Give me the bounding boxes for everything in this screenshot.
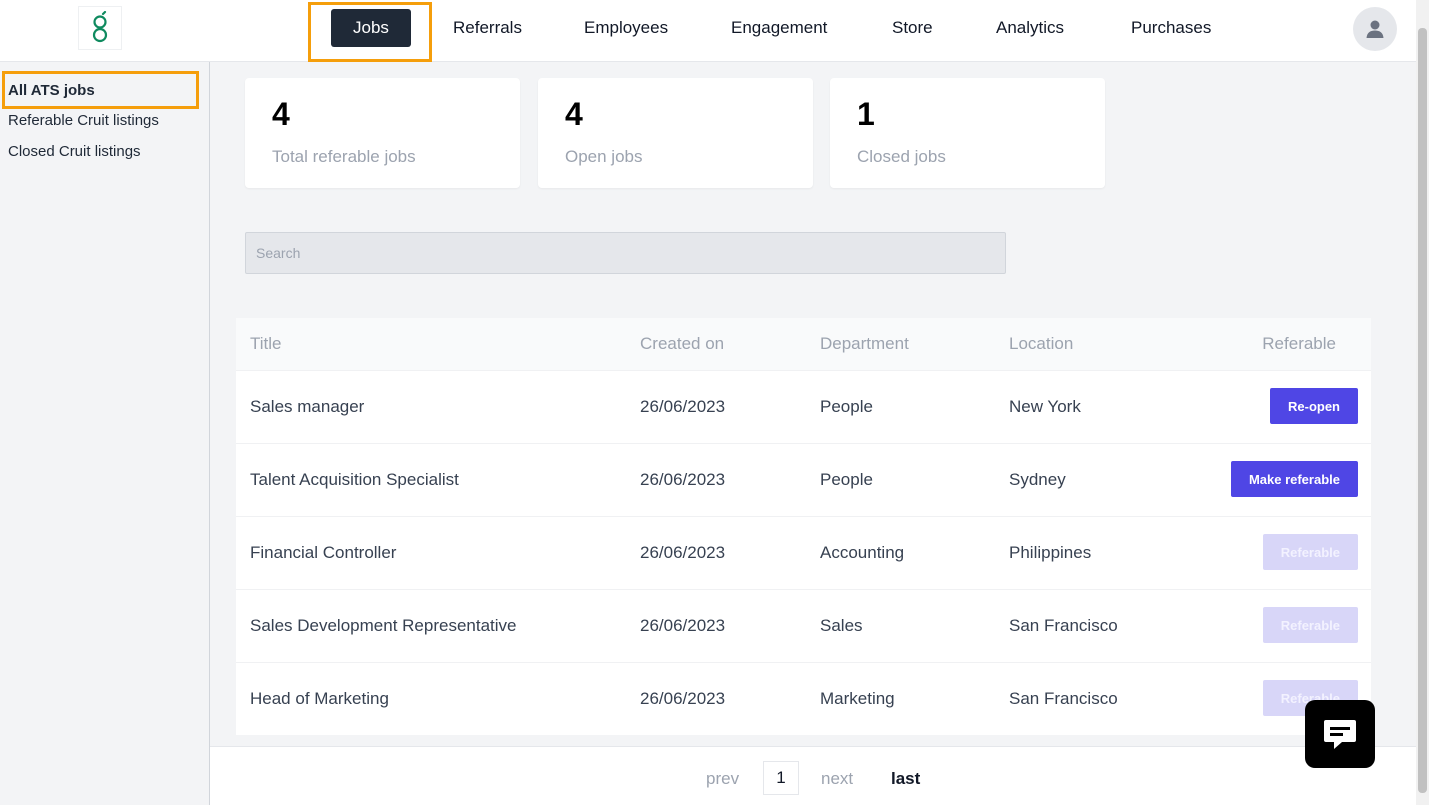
pagination: prev 1 next last — [210, 746, 1416, 805]
stat-label: Open jobs — [565, 147, 643, 166]
created-date: 26/06/2023 — [640, 470, 726, 489]
user-icon — [1366, 20, 1384, 38]
nav-jobs[interactable]: Jobs — [331, 9, 411, 47]
table-header: Title Created on Department Location Ref… — [236, 318, 1371, 370]
nav-engagement[interactable]: Engagement — [721, 9, 837, 47]
created-date: 26/06/2023 — [640, 616, 726, 635]
nav-employees[interactable]: Employees — [574, 9, 678, 47]
chat-widget-button[interactable] — [1305, 700, 1375, 768]
jobs-table: Title Created on Department Location Ref… — [236, 318, 1371, 735]
department: Marketing — [820, 689, 895, 708]
referable-button[interactable]: Referable — [1262, 534, 1358, 570]
location: San Francisco — [1009, 616, 1118, 635]
column-header-department[interactable]: Department — [820, 334, 909, 354]
location: San Francisco — [1009, 689, 1118, 708]
sidebar: All ATS jobs Referable Cruit listings Cl… — [0, 62, 210, 805]
stat-value: 4 — [272, 96, 290, 132]
greenhouse-logo-icon — [92, 11, 108, 43]
last-page-link[interactable]: last — [891, 769, 920, 789]
nav-purchases[interactable]: Purchases — [1121, 9, 1221, 47]
stat-card-open: 4 Open jobs — [538, 78, 813, 188]
avatar[interactable] — [1353, 7, 1397, 51]
prev-page-link[interactable]: prev — [706, 769, 739, 789]
column-header-title[interactable]: Title — [250, 334, 282, 354]
stat-value: 1 — [857, 96, 875, 132]
job-title[interactable]: Financial Controller — [250, 543, 396, 563]
column-header-location[interactable]: Location — [1009, 334, 1073, 354]
department: People — [820, 397, 873, 416]
next-page-link[interactable]: next — [821, 769, 853, 789]
created-date: 26/06/2023 — [640, 543, 726, 562]
re-open-button[interactable]: Re-open — [1270, 388, 1358, 424]
stat-label: Total referable jobs — [272, 147, 416, 166]
search-input[interactable] — [245, 232, 1006, 274]
job-title[interactable]: Talent Acquisition Specialist — [250, 470, 459, 490]
column-header-referable[interactable]: Referable — [1262, 334, 1336, 354]
job-title[interactable]: Sales manager — [250, 397, 364, 417]
table-row: Financial Controller 26/06/2023 Accounti… — [236, 516, 1371, 589]
table-row: Sales Development Representative 26/06/2… — [236, 589, 1371, 662]
department: Sales — [820, 616, 863, 635]
make-referable-button[interactable]: Make referable — [1230, 461, 1358, 497]
department: Accounting — [820, 543, 905, 562]
created-date: 26/06/2023 — [640, 397, 726, 416]
top-navigation: Jobs Referrals Employees Engagement Stor… — [0, 0, 1416, 62]
created-date: 26/06/2023 — [640, 689, 726, 708]
sidebar-item-closed-cruit-listings[interactable]: Closed Cruit listings — [8, 143, 141, 160]
nav-store[interactable]: Store — [882, 9, 943, 47]
stat-card-total-referable: 4 Total referable jobs — [245, 78, 520, 188]
chat-icon — [1324, 720, 1356, 749]
scrollbar-thumb[interactable] — [1418, 28, 1427, 793]
nav-referrals[interactable]: Referrals — [443, 9, 532, 47]
job-title[interactable]: Head of Marketing — [250, 689, 389, 709]
table-row: Head of Marketing 26/06/2023 Marketing S… — [236, 662, 1371, 735]
referable-button[interactable]: Referable — [1262, 607, 1358, 643]
sidebar-item-all-ats-jobs[interactable]: All ATS jobs — [8, 82, 95, 99]
nav-analytics[interactable]: Analytics — [986, 9, 1074, 47]
stat-card-closed: 1 Closed jobs — [830, 78, 1105, 188]
job-title[interactable]: Sales Development Representative — [250, 616, 516, 636]
page-number-current[interactable]: 1 — [763, 761, 799, 795]
page-scrollbar[interactable] — [1416, 0, 1429, 805]
logo[interactable] — [78, 6, 122, 50]
table-row: Talent Acquisition Specialist 26/06/2023… — [236, 443, 1371, 516]
location: New York — [1009, 397, 1081, 416]
department: People — [820, 470, 873, 489]
stat-label: Closed jobs — [857, 147, 946, 166]
stat-value: 4 — [565, 96, 583, 132]
location: Philippines — [1009, 543, 1092, 562]
sidebar-item-referable-cruit-listings[interactable]: Referable Cruit listings — [8, 112, 159, 129]
table-row: Sales manager 26/06/2023 People New York… — [236, 370, 1371, 443]
column-header-created-on[interactable]: Created on — [640, 334, 724, 354]
location: Sydney — [1009, 470, 1066, 489]
